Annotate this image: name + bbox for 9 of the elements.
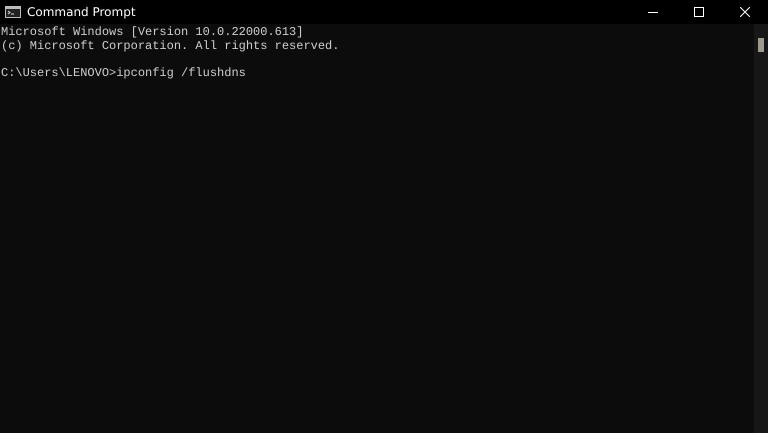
window-title: Command Prompt — [27, 4, 136, 21]
close-icon — [740, 7, 750, 17]
scrollbar[interactable] — [754, 24, 768, 433]
maximize-icon — [694, 7, 704, 17]
console-line: Microsoft Windows [Version 10.0.22000.613] — [1, 25, 304, 39]
console-line: C:\Users\LENOVO>ipconfig /flushdns — [1, 66, 246, 80]
console-line: (c) Microsoft Corporation. All rights reserved. — [1, 38, 340, 53]
terminal-icon — [5, 6, 21, 18]
scrollbar-thumb[interactable] — [758, 38, 764, 52]
